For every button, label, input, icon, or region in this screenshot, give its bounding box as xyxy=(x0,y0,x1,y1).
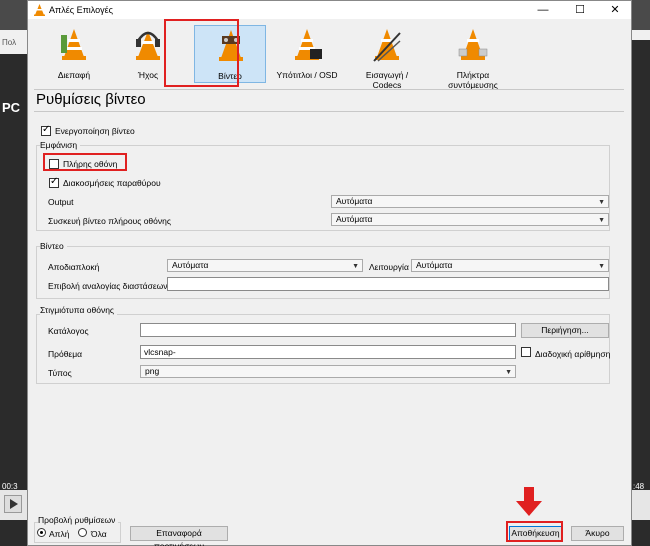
simple-radio[interactable] xyxy=(37,528,46,537)
background-time-right: :48 xyxy=(633,482,645,491)
mode-value: Αυτόματα xyxy=(416,260,453,270)
category-bar: Διεπαφή Ήχος Βίντεο Υπότιτλοι / OSD Εισα… xyxy=(36,23,616,90)
display-group-title: Εμφάνιση xyxy=(40,140,81,150)
aspect-ratio-label: Επιβολή αναλογίας διαστάσεων xyxy=(48,281,168,291)
output-select[interactable]: Αυτόματα ▼ xyxy=(331,195,609,208)
background-menu-bar: Πολ xyxy=(0,30,27,54)
background-play-button[interactable] xyxy=(4,495,22,513)
prefix-label: Πρόθεμα xyxy=(48,349,83,359)
window-decorations-label: Διακοσμήσεις παραθύρου xyxy=(63,178,161,188)
page-title: Ρυθμίσεις βίντεο xyxy=(36,91,146,108)
close-button[interactable]: ✕ xyxy=(600,1,630,19)
show-settings-title: Προβολή ρυθμίσεων xyxy=(38,515,119,525)
simple-label: Απλή xyxy=(49,529,70,539)
preferences-dialog: Απλές Επιλογές — ☐ ✕ Διεπαφή Ήχος Βίντεο xyxy=(27,0,632,546)
background-time-left: 00:3 xyxy=(2,482,18,491)
category-label: Πλήκτρα συντόμευσης xyxy=(448,70,498,90)
category-input-codecs[interactable]: Εισαγωγή / Codecs xyxy=(351,25,423,90)
category-subtitles[interactable]: Υπότιτλοι / OSD xyxy=(271,25,343,83)
type-select[interactable]: png ▼ xyxy=(140,365,516,378)
interface-cone-icon xyxy=(61,29,86,60)
play-icon xyxy=(10,499,18,509)
title-bar: Απλές Επιλογές — ☐ ✕ xyxy=(28,1,631,19)
enable-video-label: Ενεργοποίηση βίντεο xyxy=(55,126,135,136)
audio-headphones-cone-icon xyxy=(136,31,160,60)
minimize-button[interactable]: — xyxy=(528,1,558,19)
vlc-cone-icon xyxy=(34,4,45,16)
browse-button[interactable]: Περιήγηση... xyxy=(521,323,609,338)
background-logo: PC xyxy=(2,100,21,115)
video-group-title: Βίντεο xyxy=(40,241,67,251)
fullscreen-device-select[interactable]: Αυτόματα ▼ xyxy=(331,213,609,226)
input-codecs-cone-icon xyxy=(373,29,401,62)
deinterlace-label: Αποδιαπλοκή xyxy=(48,262,100,272)
divider xyxy=(34,89,624,90)
prefix-input[interactable]: vlcsnap- xyxy=(140,345,516,359)
category-label: Εισαγωγή / Codecs xyxy=(365,70,409,90)
chevron-down-icon: ▼ xyxy=(352,263,359,270)
sequential-numbering-checkbox[interactable] xyxy=(521,347,531,357)
fullscreen-device-value: Αυτόματα xyxy=(336,214,373,224)
deinterlace-select[interactable]: Αυτόματα ▼ xyxy=(167,259,363,272)
output-label: Output xyxy=(48,197,74,207)
cancel-button[interactable]: Άκυρο xyxy=(571,526,624,541)
fullscreen-device-label: Συσκευή βίντεο πλήρους οθόνης xyxy=(48,216,171,226)
chevron-down-icon: ▼ xyxy=(598,263,605,270)
window-decorations-checkbox[interactable] xyxy=(49,176,59,188)
highlight-fullscreen xyxy=(43,153,127,171)
snapshots-group-title: Στιγμιότυπα οθόνης xyxy=(40,305,118,315)
video-group xyxy=(36,246,610,299)
sequential-numbering-label: Διαδοχική αρίθμηση xyxy=(535,349,611,359)
background-player-right: :48 xyxy=(632,30,650,546)
mode-select[interactable]: Αυτόματα ▼ xyxy=(411,259,609,272)
red-arrow-down-icon xyxy=(516,487,542,516)
highlight-video-category xyxy=(164,19,239,87)
type-value: png xyxy=(145,366,160,376)
reset-preferences-button[interactable]: Επαναφορά προτιμήσεων xyxy=(130,526,228,546)
window-title: Απλές Επιλογές xyxy=(49,5,113,15)
category-label: Διεπαφή xyxy=(57,70,91,80)
subtitles-cone-icon xyxy=(295,29,322,60)
directory-input[interactable] xyxy=(140,323,516,337)
background-player-left: Πολ PC 00:3 xyxy=(0,30,27,546)
category-hotkeys[interactable]: Πλήκτρα συντόμευσης xyxy=(433,25,513,90)
hotkeys-cone-icon xyxy=(458,29,488,60)
all-label: Όλα xyxy=(91,529,107,539)
type-label: Τύπος xyxy=(48,368,72,378)
all-radio[interactable] xyxy=(78,528,87,537)
category-interface[interactable]: Διεπαφή xyxy=(38,25,110,83)
output-value: Αυτόματα xyxy=(336,196,373,206)
chevron-down-icon: ▼ xyxy=(598,199,605,206)
deinterlace-value: Αυτόματα xyxy=(172,260,209,270)
maximize-button[interactable]: ☐ xyxy=(565,1,595,19)
directory-label: Κατάλογος xyxy=(48,326,89,336)
aspect-ratio-input[interactable] xyxy=(167,277,609,291)
enable-video-checkbox[interactable] xyxy=(41,124,51,136)
divider xyxy=(34,111,624,112)
chevron-down-icon: ▼ xyxy=(505,369,512,376)
highlight-save-button xyxy=(506,521,563,542)
category-label: Υπότιτλοι / OSD xyxy=(276,70,338,80)
background-menu-bar-right xyxy=(632,30,650,40)
chevron-down-icon: ▼ xyxy=(598,217,605,224)
mode-label: Λειτουργία xyxy=(369,262,409,272)
background-controls-right xyxy=(632,490,650,520)
